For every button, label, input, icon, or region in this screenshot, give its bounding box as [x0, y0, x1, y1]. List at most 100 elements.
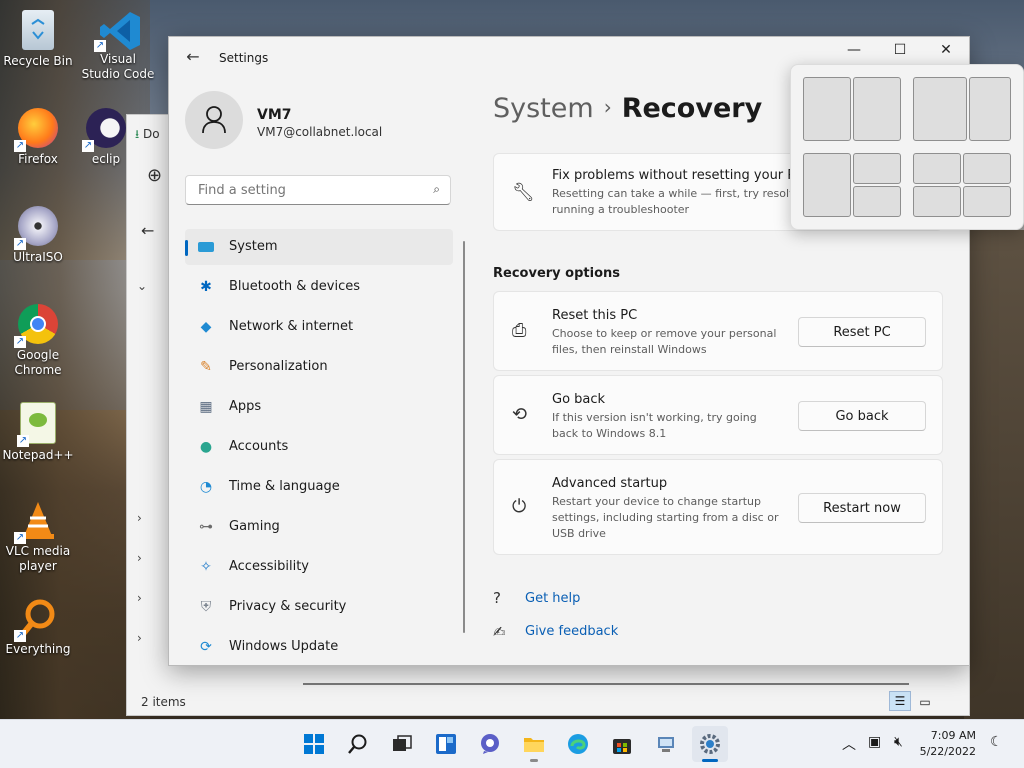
windows-logo-icon [304, 734, 324, 754]
nav-item-personalization[interactable]: ✎ Personalization [185, 349, 453, 385]
explorer-tab-fragment[interactable]: ⭳ Do [135, 125, 160, 146]
wrench-icon: 🔧︎ [512, 182, 535, 203]
nav-item-bluetooth[interactable]: ✱ Bluetooth & devices [185, 269, 453, 305]
nav-item-label: Privacy & security [229, 599, 347, 614]
desktop-icon-recycle-bin[interactable]: Recycle Bin [0, 10, 76, 69]
snap-zone-one-third-right[interactable] [969, 77, 1011, 141]
shortcut-arrow-icon: ↗ [94, 40, 106, 52]
new-tab-icon[interactable]: ⊕ [147, 165, 162, 186]
fix-card-title: Fix problems without resetting your PC [552, 168, 805, 183]
explorer-horizontal-scrollbar[interactable] [303, 683, 909, 685]
edge-button[interactable] [560, 726, 596, 762]
network-tray-icon[interactable]: ▣ [868, 734, 881, 750]
snap-zone-half-left[interactable] [803, 77, 851, 141]
desktop-icon-label: eclip [91, 152, 121, 166]
widgets-button[interactable] [428, 726, 464, 762]
update-icon: ⟳ [200, 639, 212, 655]
task-view-button[interactable] [384, 726, 420, 762]
give-feedback-link[interactable]: Give feedback [525, 624, 618, 639]
snap-zone-top-right[interactable] [853, 153, 901, 184]
explorer-back-icon[interactable]: ← [141, 221, 154, 240]
nav-item-label: Windows Update [229, 639, 339, 654]
start-button[interactable] [296, 726, 332, 762]
recycle-bin-icon [22, 10, 54, 50]
settings-nav: System ✱ Bluetooth & devices ◆ Network &… [185, 229, 453, 665]
desktop-icon-everything[interactable]: ↗ Everything [0, 598, 76, 657]
nav-item-apps[interactable]: ▦ Apps [185, 389, 453, 425]
vlc-icon: ↗ [14, 500, 58, 544]
snap-zone-quad-bottom-right[interactable] [963, 186, 1011, 217]
task-view-icon [393, 735, 412, 751]
search-box[interactable]: ⌕ [185, 175, 451, 205]
chevron-right-icon[interactable]: › [137, 511, 142, 525]
edge-icon [568, 734, 588, 754]
nav-item-gaming[interactable]: ⊶ Gaming [185, 509, 453, 545]
back-arrow-icon[interactable]: ← [183, 47, 203, 66]
desktop-icon-vscode[interactable]: ↗ Visual Studio Code [80, 8, 156, 82]
teams-chat-button[interactable] [472, 726, 508, 762]
chevron-right-icon[interactable]: › [137, 591, 142, 605]
ultraiso-icon: ↗ [14, 206, 58, 250]
taskbar-search-button[interactable] [340, 726, 376, 762]
snap-zone-quad-top-left[interactable] [913, 153, 961, 184]
go-back-button[interactable]: Go back [798, 401, 926, 431]
chevron-up-icon[interactable]: ︿ [842, 734, 856, 754]
settings-taskbar-button[interactable] [692, 726, 728, 762]
shield-icon: ⛨ [200, 599, 212, 615]
restart-now-button[interactable]: Restart now [798, 493, 926, 523]
tiles-view-icon[interactable]: ▭ [915, 693, 935, 711]
desktop-icon-firefox[interactable]: ↗ Firefox [0, 108, 76, 167]
avatar [185, 91, 243, 149]
clock[interactable]: 7:09 AM 5/22/2022 [920, 728, 976, 760]
nav-scrollbar[interactable] [463, 241, 465, 633]
chevron-right-icon[interactable]: › [137, 631, 142, 645]
file-explorer-button[interactable] [516, 726, 552, 762]
desktop-icon-notepadpp[interactable]: ↗ Notepad++ [0, 402, 76, 463]
firefox-icon: ↗ [14, 108, 58, 152]
get-help-link[interactable]: Get help [525, 591, 580, 606]
explorer-status-count: 2 items [141, 695, 186, 709]
reset-pc-button[interactable]: Reset PC [798, 317, 926, 347]
minimize-button[interactable]: — [831, 37, 877, 65]
nav-item-accessibility[interactable]: ✧ Accessibility [185, 549, 453, 585]
snap-zone-half-right[interactable] [853, 77, 901, 141]
snap-zone-bottom-right[interactable] [853, 186, 901, 217]
desktop-icon-vlc[interactable]: ↗ VLC media player [0, 500, 76, 574]
chevron-right-icon[interactable]: › [137, 551, 142, 565]
nav-item-time-language[interactable]: ◔ Time & language [185, 469, 453, 505]
desktop-icon-chrome[interactable]: ↗ Google Chrome [0, 304, 76, 378]
details-view-icon[interactable]: ☰ [889, 691, 911, 711]
nav-item-accounts[interactable]: ● Accounts [185, 429, 453, 465]
snap-zone-two-thirds-left[interactable] [913, 77, 967, 141]
nav-item-system[interactable]: System [185, 229, 453, 265]
search-icon: ⌕ [433, 182, 440, 196]
search-input[interactable] [196, 182, 420, 199]
explorer-tab-label: Do [143, 127, 160, 141]
nav-item-network[interactable]: ◆ Network & internet [185, 309, 453, 345]
notifications-moon-icon[interactable]: ☾ [990, 734, 1003, 750]
nav-item-privacy-security[interactable]: ⛨ Privacy & security [185, 589, 453, 625]
accessibility-icon: ✧ [200, 559, 212, 575]
nav-item-label: Apps [229, 399, 262, 414]
snap-zone-left-column[interactable] [803, 153, 851, 217]
remote-desktop-button[interactable] [648, 726, 684, 762]
vscode-icon: ↗ [94, 8, 140, 52]
store-button[interactable] [604, 726, 640, 762]
snap-zone-quad-top-right[interactable] [963, 153, 1011, 184]
nav-item-label: Network & internet [229, 319, 354, 334]
nav-item-windows-update[interactable]: ⟳ Windows Update [185, 629, 453, 665]
gear-icon [700, 734, 720, 754]
chevron-down-icon[interactable]: ⌄ [137, 279, 147, 293]
breadcrumb-parent[interactable]: System [493, 93, 594, 124]
wallpaper-rocks [964, 230, 1024, 720]
accounts-icon: ● [199, 439, 213, 455]
nav-item-label: Accessibility [229, 559, 309, 574]
maximize-button[interactable]: ☐ [877, 37, 923, 65]
close-button[interactable]: ✕ [923, 37, 969, 65]
apps-icon: ▦ [199, 399, 213, 415]
everything-icon: ↗ [14, 598, 58, 642]
snap-zone-quad-bottom-left[interactable] [913, 186, 961, 217]
feedback-icon: ✍︎ [493, 623, 506, 641]
desktop-icon-ultraiso[interactable]: ↗ UltraISO [0, 206, 76, 265]
volume-muted-icon[interactable]: 🔇︎ [894, 734, 903, 750]
